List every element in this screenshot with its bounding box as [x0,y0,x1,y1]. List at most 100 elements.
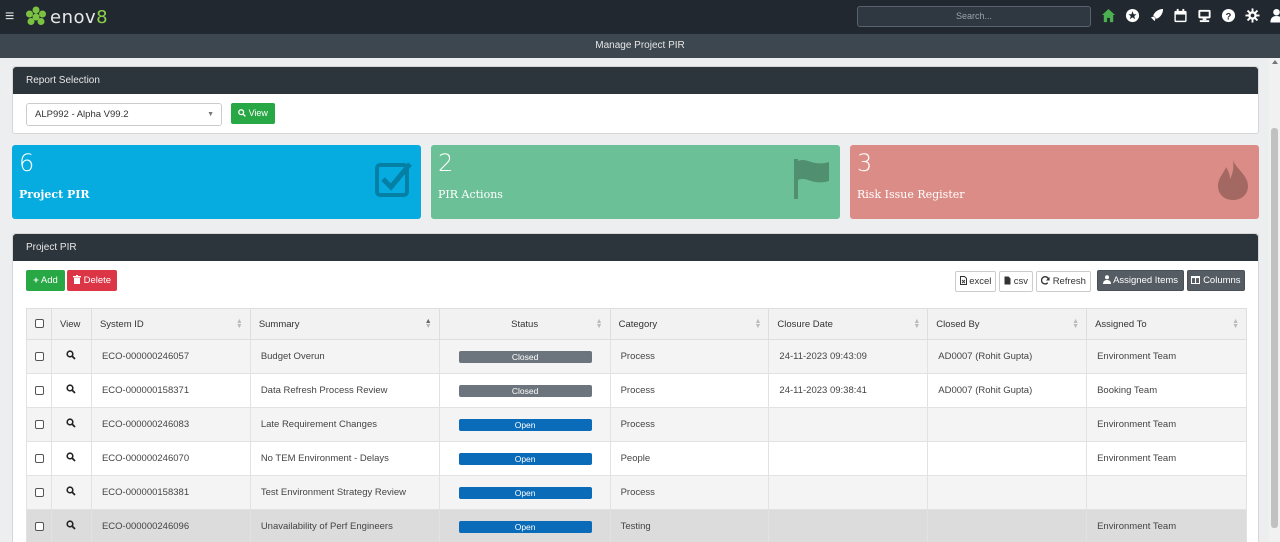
assigned-items-button[interactable]: Assigned Items [1097,270,1184,291]
view-row-button[interactable] [50,407,92,442]
row-checkbox[interactable] [26,475,52,510]
row-checkbox[interactable] [26,441,52,476]
table-header-row: View System ID ▲ ▼ Summary ▲ ▼ Status ▲ ▼ Cate… [26,308,1247,340]
cell-summary: Test Environment Strategy Review [249,475,440,510]
delete-button[interactable]: Delete [67,270,117,291]
logo-text: enov8 [50,6,109,28]
cell-system-id: ECO-000000158371 [90,373,251,408]
cell-summary: Budget Overun [249,339,440,374]
cell-assigned-to: Booking Team [1086,373,1247,408]
cell-closed-by [927,407,1088,442]
search-icon [66,418,76,428]
row-checkbox[interactable] [26,509,52,542]
export-excel-button[interactable]: excel [955,271,996,292]
report-selection-header: Report Selection [13,67,1258,94]
add-button[interactable]: + Add [26,270,65,291]
cell-category: Testing [609,509,770,542]
refresh-label: Refresh [1052,276,1086,287]
cell-summary: Data Refresh Process Review [249,373,440,408]
refresh-button[interactable]: Refresh [1036,271,1091,292]
sort-icon: ▲ ▼ [913,318,921,330]
table-row[interactable]: ECO-000000246070 No TEM Environment - Del… [26,441,1247,476]
cell-closure-date: 24-11-2023 09:38:41 [768,373,929,408]
refresh-icon [1040,276,1050,285]
project-pir-count: 6 [19,149,35,177]
logo-leaf-icon [26,6,46,25]
cell-summary: No TEM Environment - Delays [249,441,440,476]
row-checkbox[interactable] [26,373,52,408]
help-icon[interactable]: ? [1221,8,1236,23]
col-header-closure-date[interactable]: Closure Date ▲ ▼ [768,308,929,340]
view-row-button[interactable] [50,441,92,476]
cell-system-id: ECO-000000158381 [90,475,251,510]
report-selection-panel: Report Selection ALP992 - Alpha V99.2 ▼ … [12,66,1259,134]
cell-closure-date [768,441,929,476]
view-button[interactable]: View [231,103,275,124]
star-icon[interactable] [1125,8,1140,23]
scrollbar-thumb[interactable] [1271,128,1278,528]
rocket-icon[interactable] [1149,8,1164,23]
table-row[interactable]: ECO-000000158381 Test Environment Strateg… [26,475,1247,510]
project-pir-card[interactable]: 6 Project PIR [12,145,421,219]
col-header-summary[interactable]: Summary ▲ ▼ [249,308,440,340]
hamburger-menu-icon[interactable]: ≡ [5,9,19,25]
cell-summary: Late Requirement Changes [249,407,440,442]
view-row-button[interactable] [50,475,92,510]
file-excel-icon [959,276,967,285]
pir-actions-card[interactable]: 2 PIR Actions [431,145,840,219]
table-row[interactable]: ECO-000000246057 Budget Overun Closed Proce… [26,339,1247,374]
cell-closure-date [768,475,929,510]
view-row-button[interactable] [50,339,92,374]
col-header-category[interactable]: Category ▲ ▼ [609,308,770,340]
risk-issue-register-card[interactable]: 3 Risk Issue Register [850,145,1259,219]
cell-status: Open [438,475,611,510]
cell-system-id: ECO-000000246070 [90,441,251,476]
file-icon [1004,276,1011,285]
user-icon [1102,275,1111,284]
cell-assigned-to: Environment Team [1086,407,1247,442]
status-badge: Open [458,418,592,431]
sort-asc-icon: ▲ ▼ [424,318,432,330]
search-icon [66,452,76,462]
view-row-button[interactable] [50,509,92,542]
svg-text:?: ? [1226,11,1232,21]
row-checkbox[interactable] [26,407,52,442]
enov8-logo[interactable]: enov8 [25,6,108,28]
table-row[interactable]: ECO-000000246083 Late Requirement Changes… [26,407,1247,442]
cell-closed-by [927,509,1088,542]
sort-icon: ▲ ▼ [235,318,243,330]
release-select[interactable]: ALP992 - Alpha V99.2 ▼ [26,103,222,126]
user-icon[interactable] [1269,8,1280,23]
row-checkbox[interactable] [26,339,52,374]
cell-category: People [609,441,770,476]
server-icon[interactable] [1197,8,1212,23]
col-header-closed-by[interactable]: Closed By ▲ ▼ [927,308,1088,340]
top-icon-bar: ? [1101,8,1280,23]
cell-category: Process [609,475,770,510]
page-scrollbar[interactable] [1269,58,1280,542]
columns-button[interactable]: Columns [1187,270,1245,291]
table-row[interactable]: ECO-000000246096 Unavailability of Perf E… [26,509,1247,542]
cell-closed-by: AD0007 (Rohit Gupta) [927,339,1088,374]
col-header-view: View [50,308,92,340]
col-header-system-id[interactable]: System ID ▲ ▼ [90,308,251,340]
sort-icon: ▲ ▼ [1232,318,1239,330]
col-header-status[interactable]: Status ▲ ▼ [438,308,611,340]
view-row-button[interactable] [50,373,92,408]
scroll-up-arrow-icon[interactable] [1272,60,1278,64]
search-input[interactable]: Search... [857,6,1091,27]
export-csv-button[interactable]: csv [999,271,1033,292]
project-pir-header: Project PIR [13,234,1258,261]
home-icon[interactable] [1101,8,1116,23]
select-all-checkbox[interactable] [26,308,52,340]
status-badge: Open [458,452,592,465]
plus-icon: + [33,275,39,286]
columns-label: Columns [1203,275,1241,286]
search-icon [66,520,76,530]
table-row[interactable]: ECO-000000158371 Data Refresh Process Rev… [26,373,1247,408]
settings-gear-icon[interactable] [1245,8,1260,23]
risk-issue-label: Risk Issue Register [857,188,965,201]
calendar-icon[interactable] [1173,8,1188,23]
cell-system-id: ECO-000000246057 [90,339,251,374]
col-header-assigned-to[interactable]: Assigned To ▲ ▼ [1086,308,1247,340]
